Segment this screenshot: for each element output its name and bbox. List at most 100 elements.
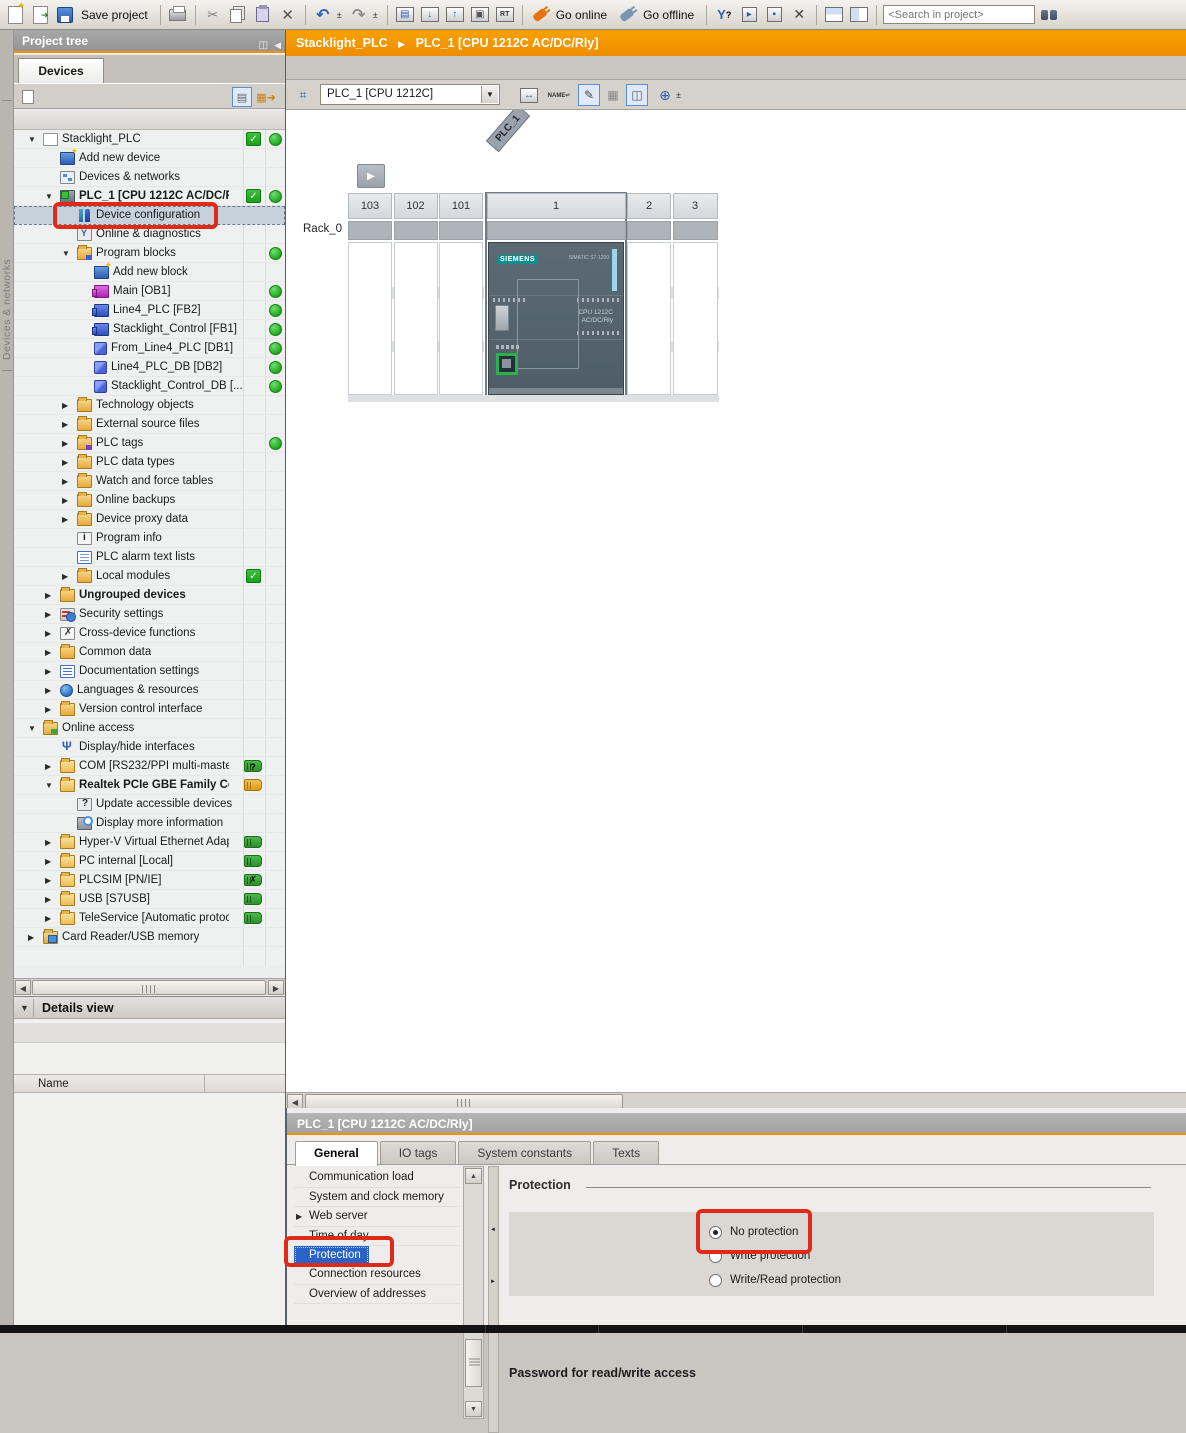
pane-splitter[interactable]: ◄ ► <box>488 1166 499 1433</box>
tree-item-plc-1-cpu-1212c-ac-dc-rly[interactable]: ▼PLC_1 [CPU 1212C AC/DC/Rly]✓ <box>14 187 285 206</box>
plc-name-tag[interactable]: PLC_1 <box>486 110 530 152</box>
expand-icon[interactable]: ▶ <box>45 876 60 885</box>
start-cpu-icon[interactable]: ▣ <box>469 4 491 26</box>
slot-empty-103[interactable] <box>348 242 392 395</box>
tree-horizontal-scrollbar[interactable]: ◀ ▶ <box>14 978 285 995</box>
collapse-icon[interactable]: ▼ <box>28 724 43 733</box>
tab-general[interactable]: General <box>295 1141 378 1166</box>
tree-item-local-modules[interactable]: ▶Local modules✓ <box>14 567 285 586</box>
tree-item-plc-tags[interactable]: ▶PLC tags <box>14 434 285 453</box>
tree-item-card-reader-usb-memory[interactable]: ▶Card Reader/USB memory <box>14 928 285 947</box>
tree-item-documentation-settings[interactable]: ▶Documentation settings <box>14 662 285 681</box>
open-project-icon[interactable] <box>29 4 51 26</box>
expand-icon[interactable]: ▶ <box>62 515 77 524</box>
project-search-icon[interactable] <box>1038 4 1060 26</box>
measure-icon[interactable]: ↔ <box>518 84 540 106</box>
expand-icon[interactable]: ▶ <box>62 458 77 467</box>
new-project-icon[interactable] <box>4 4 26 26</box>
breadcrumb-device[interactable]: PLC_1 [CPU 1212C AC/DC/Rly] <box>416 36 599 50</box>
dropdown-arrow-icon[interactable]: ▼ <box>481 86 498 103</box>
expand-icon[interactable]: ▶ <box>45 838 60 847</box>
slot-rackrow-2[interactable] <box>627 221 671 240</box>
save-project-label[interactable]: Save project <box>81 8 148 22</box>
inspector-nav-web-server[interactable]: ▶Web server <box>294 1207 460 1227</box>
tree-item-stacklight-control-db[interactable]: Stacklight_Control_DB [... <box>14 377 285 396</box>
expand-icon[interactable]: ▶ <box>62 420 77 429</box>
tree-item-main-ob1[interactable]: Main [OB1] <box>14 282 285 301</box>
radio-selected-icon[interactable] <box>709 1226 722 1239</box>
scrollbar-thumb[interactable] <box>465 1339 482 1387</box>
inspector-nav-protection[interactable]: Protection <box>294 1246 369 1265</box>
slot-header-2[interactable]: 2 <box>627 193 671 219</box>
tree-item-line4-plc-fb2[interactable]: Line4_PLC [FB2] <box>14 301 285 320</box>
tree-item-ungrouped-devices[interactable]: ▶Ungrouped devices <box>14 586 285 605</box>
pages-panel-icon[interactable]: ◫ <box>626 84 648 106</box>
inspector-nav-connection-resources[interactable]: Connection resources <box>294 1265 460 1285</box>
expand-icon[interactable]: ▶ <box>28 933 43 942</box>
tab-system-constants[interactable]: System constants <box>458 1141 591 1164</box>
go-online-label[interactable]: Go online <box>556 8 607 22</box>
undo-dropdown-icon[interactable]: ± <box>337 10 345 20</box>
slot-header-101[interactable]: 101 <box>439 193 483 219</box>
tree-item-online-access[interactable]: ▼Online access <box>14 719 285 738</box>
expand-icon[interactable]: ▶ <box>45 762 60 771</box>
tab-devices[interactable]: Devices <box>18 58 104 83</box>
paste-icon[interactable] <box>252 4 274 26</box>
tree-item-teleservice-automatic-protoco[interactable]: ▶TeleService [Automatic protoco... <box>14 909 285 928</box>
compile-icon[interactable]: ▤ <box>394 4 416 26</box>
tree-item-display-more-information[interactable]: Display more information <box>14 814 285 833</box>
collapse-left-icon[interactable]: ◀ <box>287 1094 303 1109</box>
tree-item-security-settings[interactable]: ▶Security settings <box>14 605 285 624</box>
slot-header-3[interactable]: 3 <box>673 193 718 219</box>
list-view-icon[interactable]: ▤ <box>232 87 252 107</box>
search-input[interactable] <box>883 5 1035 24</box>
devices-networks-vertical-label[interactable]: Devices & networks <box>1 259 13 360</box>
tree-item-watch-and-force-tables[interactable]: ▶Watch and force tables <box>14 472 285 491</box>
tree-item-stacklight-control-fb1[interactable]: Stacklight_Control [FB1] <box>14 320 285 339</box>
inspector-nav-time-of-day[interactable]: Time of day <box>294 1227 460 1247</box>
splitter-left-icon[interactable]: ◄ <box>490 1227 496 1233</box>
copy-icon[interactable] <box>227 4 249 26</box>
rename-icon[interactable]: NAME↵ <box>548 84 570 106</box>
inspector-nav-communication-load[interactable]: Communication load <box>294 1168 460 1188</box>
scroll-down-icon[interactable]: ▼ <box>465 1401 482 1417</box>
close-project-icon[interactable]: ✕ <box>788 4 810 26</box>
grid-icon[interactable]: ▦ <box>602 84 624 106</box>
tree-item-cross-device-functions[interactable]: ▶Cross-device functions <box>14 624 285 643</box>
go-offline-icon[interactable] <box>616 4 638 26</box>
save-project-icon[interactable] <box>54 4 76 26</box>
splitter-right-icon[interactable]: ► <box>490 1279 496 1285</box>
tree-item-stacklight-plc[interactable]: ▼Stacklight_PLC✓ <box>14 130 285 149</box>
upload-from-device-icon[interactable]: ↑ <box>444 4 466 26</box>
inspector-nav-overview-of-addresses[interactable]: Overview of addresses <box>294 1285 460 1305</box>
collapse-icon[interactable]: ▼ <box>45 781 60 790</box>
tree-item-hyper-v-virtual-ethernet-adapter[interactable]: ▶Hyper-V Virtual Ethernet Adapter <box>14 833 285 852</box>
tree-item-from-line4-plc-db1[interactable]: From_Line4_PLC [DB1] <box>14 339 285 358</box>
split-editor-vertical-icon[interactable] <box>848 4 870 26</box>
expand-icon[interactable]: ▶ <box>45 686 60 695</box>
slot-header-1[interactable]: 1 <box>487 193 626 219</box>
tab-io-tags[interactable]: IO tags <box>380 1141 457 1164</box>
radio-option-write-read-protection[interactable]: Write/Read protection <box>709 1270 841 1290</box>
zoom-dropdown-icon[interactable]: ± <box>676 90 684 100</box>
tree-item-program-blocks[interactable]: ▼Program blocks <box>14 244 285 263</box>
chevron-down-icon[interactable]: ▼ <box>16 999 34 1017</box>
expand-icon[interactable]: ▶ <box>45 610 60 619</box>
tree-item-plc-alarm-text-lists[interactable]: PLC alarm text lists <box>14 548 285 567</box>
scroll-left-icon[interactable]: ◀ <box>15 980 31 995</box>
radio-unselected-icon[interactable] <box>709 1274 722 1287</box>
expand-icon[interactable]: ▶ <box>45 667 60 676</box>
go-online-icon[interactable] <box>529 4 551 26</box>
redo-dropdown-icon[interactable]: ± <box>373 10 381 20</box>
expand-icon[interactable]: ▶ <box>45 914 60 923</box>
rack-expand-icon[interactable]: ▶ <box>357 164 385 188</box>
collapse-panel-icon[interactable]: ◀ <box>274 34 281 57</box>
tree-item-program-info[interactable]: Program info <box>14 529 285 548</box>
receive-alarms-icon[interactable]: ▪ <box>763 4 785 26</box>
slot-header-102[interactable]: 102 <box>394 193 438 219</box>
undo-icon[interactable]: ↶ <box>312 4 334 26</box>
expand-icon[interactable]: ▶ <box>62 477 77 486</box>
tree-item-line4-plc-db-db2[interactable]: Line4_PLC_DB [DB2] <box>14 358 285 377</box>
nav-vertical-scrollbar[interactable]: ▲ ▼ <box>463 1166 484 1419</box>
tree-item-pc-internal-local[interactable]: ▶PC internal [Local] <box>14 852 285 871</box>
